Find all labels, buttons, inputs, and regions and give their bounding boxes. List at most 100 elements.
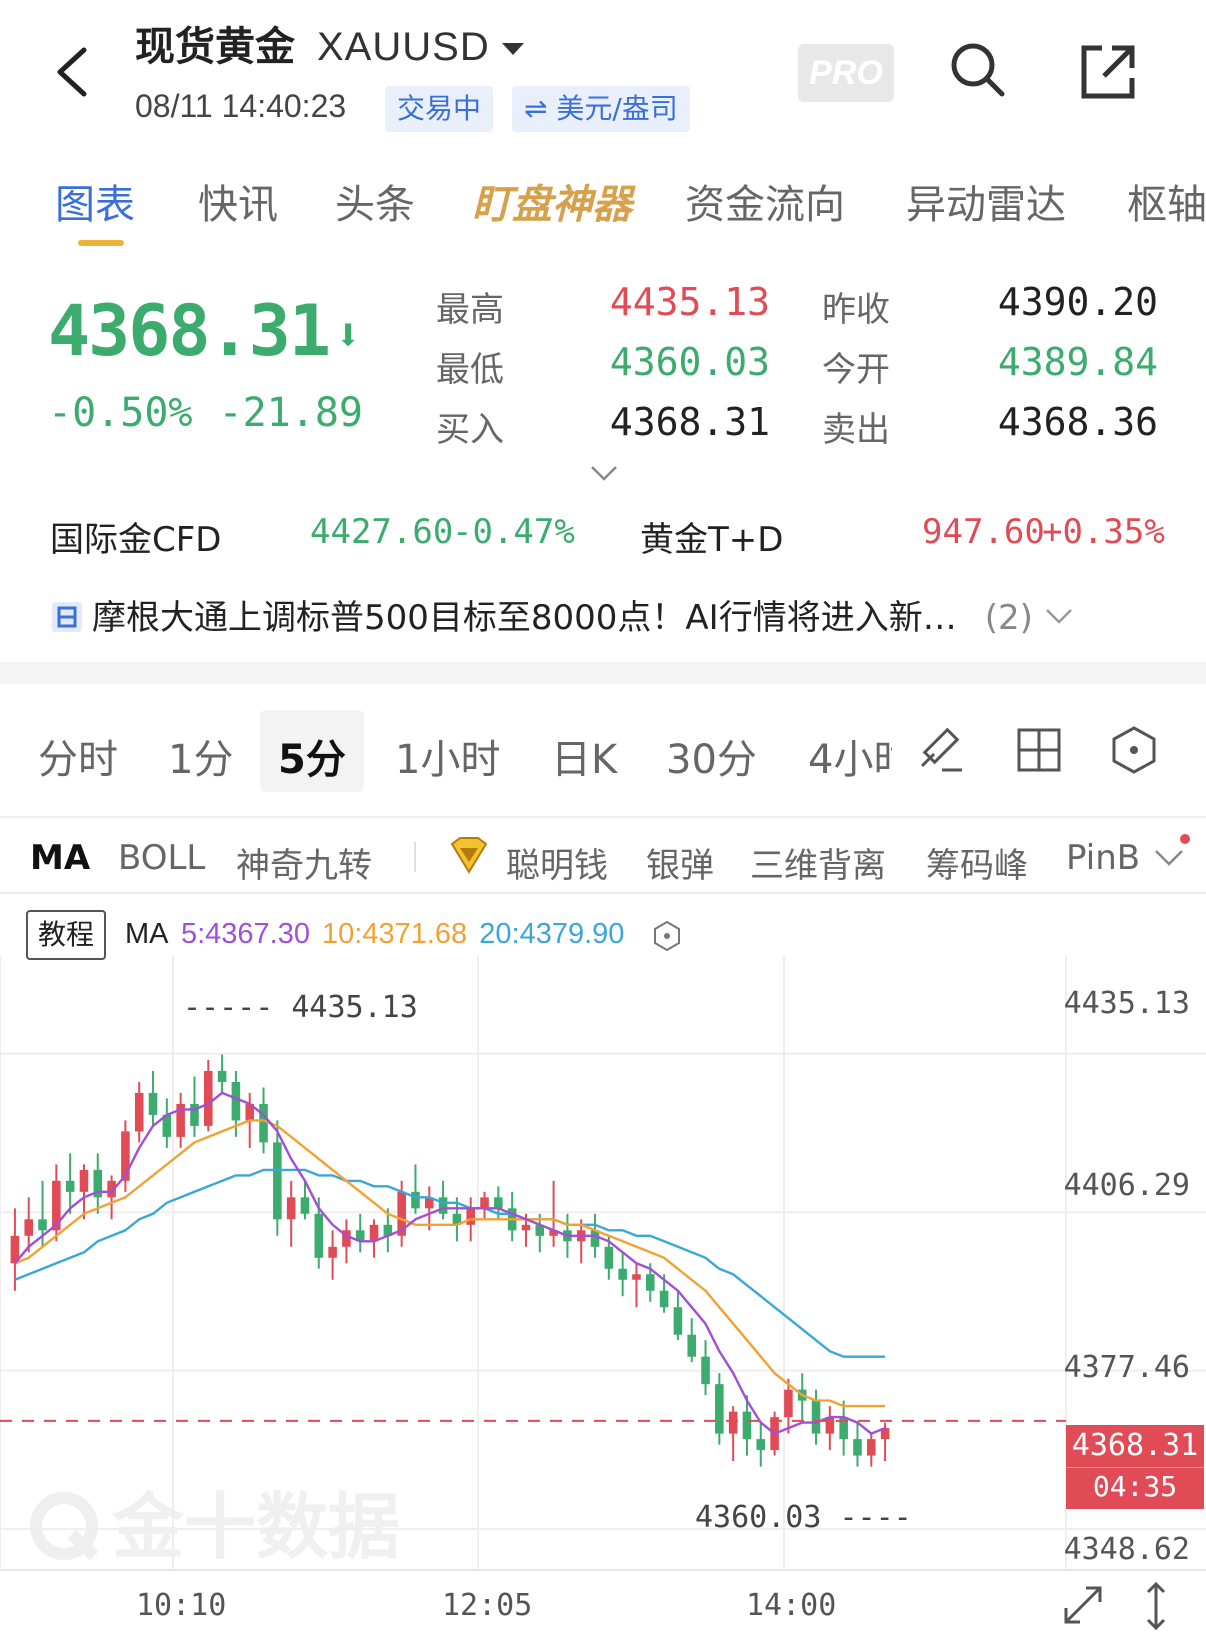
candle-body — [411, 1191, 420, 1209]
tab-headlines[interactable]: 头条 — [335, 172, 415, 230]
unit-toggle[interactable]: ⇌ 美元/盎司 — [512, 86, 690, 132]
tab-flash[interactable]: 快讯 — [198, 172, 278, 230]
period-30m[interactable]: 30分 — [666, 727, 757, 785]
candle-body — [286, 1197, 296, 1220]
period-5m[interactable]: 5分 — [278, 727, 346, 785]
quote-datetime: 08/11 14:40:23 — [135, 88, 347, 124]
ma20-value: 20:4379.90 — [479, 918, 625, 950]
instrument-name: 现货黄金 — [135, 24, 295, 70]
candle-body — [480, 1197, 489, 1209]
indicator-boll[interactable]: BOLL — [118, 838, 205, 878]
y-tick-label: 4348.62 — [1063, 1532, 1190, 1567]
tab-radar[interactable]: 异动雷达 — [906, 172, 1066, 230]
page-title: 现货黄金 XAUUSD — [135, 14, 524, 72]
pro-badge[interactable]: PRO — [798, 44, 894, 102]
tab-chart[interactable]: 图表 — [55, 172, 135, 230]
tab-pivot[interactable]: 枢轴 — [1127, 172, 1206, 230]
indicator-smart-money[interactable]: 聪明钱 — [506, 838, 608, 887]
period-1h[interactable]: 1小时 — [395, 727, 500, 785]
candle-body — [853, 1439, 862, 1456]
back-arrow-icon[interactable] — [52, 46, 92, 98]
chevron-down-icon[interactable] — [1154, 848, 1184, 868]
news-ticker[interactable]: 摩根大通上调标普500目标至8000点！AI行情将进入新… (2) — [50, 590, 1073, 639]
down-arrow-icon: ⬇ — [335, 310, 361, 362]
period-timeshare[interactable]: 分时 — [38, 727, 118, 785]
chevron-down-icon[interactable] — [1045, 607, 1073, 625]
cfd-label: 国际金CFD — [50, 520, 222, 560]
tab-fund-flow[interactable]: 资金流向 — [685, 172, 845, 230]
prev-close-label: 昨收 — [822, 290, 890, 330]
ask-value: 4368.36 — [997, 400, 1158, 444]
y-tick-label: 4435.13 — [1063, 986, 1190, 1021]
x-tick-label: 10:10 — [136, 1588, 227, 1623]
candle-body — [811, 1400, 821, 1434]
candle-body — [148, 1092, 158, 1115]
td-value: 947.60 — [922, 512, 1045, 552]
ma5-line — [13, 1091, 886, 1435]
candle-body — [604, 1246, 614, 1269]
indicator-divergence[interactable]: 三维背离 — [750, 838, 886, 887]
indicator-chip-peak[interactable]: 筹码峰 — [926, 838, 1028, 887]
low-marker-value: 4360.03 — [695, 1500, 822, 1535]
period-4h[interactable]: 4小时 — [808, 737, 892, 783]
prev-close-value: 4390.20 — [997, 280, 1158, 324]
period-1m[interactable]: 1分 — [168, 727, 233, 785]
price-change: -0.50% -21.89 — [48, 390, 363, 436]
indicator-magic-nine[interactable]: 神奇九转 — [236, 838, 372, 887]
low-label: 最低 — [436, 350, 504, 390]
candle-body — [618, 1268, 627, 1280]
search-icon[interactable] — [948, 40, 1008, 100]
candle-body — [825, 1417, 835, 1434]
candle-body — [673, 1307, 683, 1335]
bid-label: 买入 — [436, 410, 504, 450]
high-label: 最高 — [436, 290, 504, 330]
candle-body — [24, 1219, 34, 1236]
candle-body — [728, 1411, 738, 1434]
current-price-tag: 4368.31 04:35 — [1066, 1425, 1204, 1509]
legend-settings-icon[interactable] — [652, 920, 682, 952]
tutorial-button[interactable]: 教程 — [26, 910, 106, 960]
fullscreen-icon[interactable] — [1060, 1582, 1106, 1628]
share-icon[interactable] — [1078, 42, 1138, 102]
period-4h-clip: 4小时 — [808, 727, 892, 783]
ma10-line — [14, 1119, 886, 1408]
cfd-change: -0.47% — [452, 512, 575, 552]
candle-body — [521, 1224, 531, 1231]
drawing-tool-icon[interactable] — [916, 722, 970, 776]
candle-body — [438, 1197, 448, 1214]
high-marker-value: 4435.13 — [291, 990, 418, 1025]
candle-body — [701, 1356, 710, 1385]
symbol-dropdown[interactable]: XAUUSD — [317, 25, 490, 69]
indicator-silver-bullet[interactable]: 银弹 — [646, 838, 714, 887]
candle-body — [259, 1103, 268, 1143]
main-tabs: 图表 快讯 头条 盯盘神器 资金流向 异动雷达 枢轴 — [0, 172, 1206, 252]
change-percent: -0.50% — [48, 390, 193, 436]
indicator-pinbar[interactable]: PinB — [1066, 838, 1140, 878]
current-price-tag-value: 4368.31 — [1071, 1428, 1199, 1463]
chevron-down-icon[interactable] — [501, 43, 524, 55]
vertical-scale-icon[interactable] — [1142, 1580, 1170, 1632]
expand-chevron-icon[interactable] — [590, 464, 618, 482]
candle-body — [632, 1274, 641, 1280]
candle-body — [134, 1092, 144, 1132]
candlestick-chart[interactable] — [0, 955, 1206, 1595]
low-marker: 4360.03 ---- — [695, 1500, 912, 1535]
period-daily[interactable]: 日K — [551, 727, 617, 785]
high-value: 4435.13 — [609, 280, 770, 324]
indicator-ma[interactable]: MA — [30, 838, 90, 878]
indicator-pinbar-clip: PinB — [1066, 838, 1140, 882]
section-divider — [0, 662, 1206, 684]
settings-hexagon-icon[interactable] — [1110, 725, 1158, 775]
candle-body — [300, 1197, 310, 1214]
candle-body — [231, 1081, 241, 1121]
last-price-value: 4368.31 — [48, 290, 331, 372]
td-change: +0.35% — [1042, 512, 1165, 552]
ma-legend: MA 5:4367.30 10:4371.68 20:4379.90 — [125, 918, 624, 951]
news-headline: 摩根大通上调标普500目标至8000点！AI行情将进入新… — [92, 598, 957, 638]
candle-body — [203, 1070, 213, 1126]
candle-body — [314, 1213, 324, 1258]
candle-body — [65, 1180, 75, 1192]
tab-watch-tool[interactable]: 盯盘神器 — [472, 172, 632, 230]
layout-grid-icon[interactable] — [1016, 727, 1062, 773]
ma5-value: 5:4367.30 — [180, 918, 310, 950]
